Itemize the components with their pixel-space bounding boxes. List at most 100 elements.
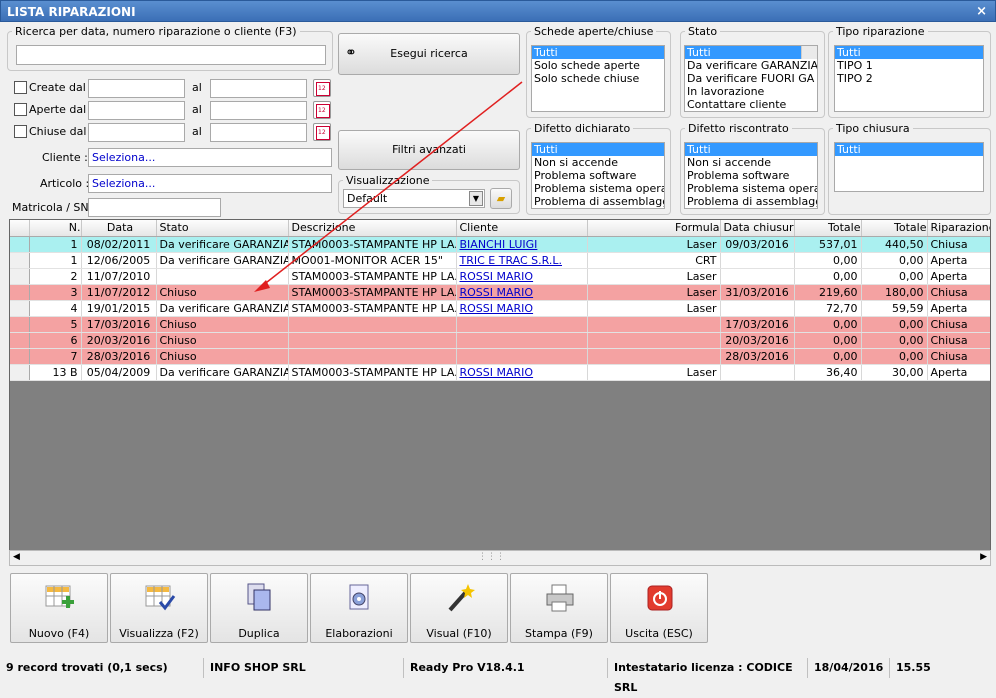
cell-desc[interactable]: STAM0003-STAMPANTE HP LA... xyxy=(288,364,457,381)
cell-data[interactable]: 11/07/2012 xyxy=(81,284,157,301)
table-row[interactable]: 2 11/07/2010 STAM0003-STAMPANTE HP LA... RO… xyxy=(10,268,990,285)
row-indicator[interactable] xyxy=(10,332,30,349)
cell-chiusura[interactable] xyxy=(720,300,795,317)
tipo-option[interactable]: TIPO 1 xyxy=(835,59,983,72)
cell-cliente[interactable] xyxy=(456,348,588,365)
cell-tot2[interactable]: 0,00 xyxy=(861,348,928,365)
stato-option[interactable]: In lavorazione xyxy=(685,85,817,98)
horizontal-scrollbar[interactable]: ◀ ⋮⋮⋮ ▶ xyxy=(9,550,991,566)
cell-tot1[interactable]: 0,00 xyxy=(794,316,862,333)
cell-n[interactable]: 6 xyxy=(29,332,82,349)
row-indicator[interactable] xyxy=(10,236,30,253)
cell-cliente[interactable]: ROSSI MARIO xyxy=(456,364,588,381)
row-indicator[interactable] xyxy=(10,364,30,381)
tipo-chiusura-listbox[interactable]: Tutti xyxy=(834,142,984,192)
cell-tot2[interactable]: 0,00 xyxy=(861,268,928,285)
schede-option[interactable]: Tutti xyxy=(532,46,664,59)
table-row[interactable]: 6 20/03/2016 Chiuso 20/03/2016 0,00 0,00 Chius… xyxy=(10,332,990,349)
cell-desc[interactable]: STAM0003-STAMPANTE HP LA... xyxy=(288,268,457,285)
cell-tot1[interactable]: 0,00 xyxy=(794,268,862,285)
cell-formula[interactable] xyxy=(587,332,721,349)
schede-option[interactable]: Solo schede chiuse xyxy=(532,72,664,85)
cell-n[interactable]: 1 xyxy=(29,236,82,253)
cell-rip[interactable]: Chiusa xyxy=(927,316,990,333)
column-header[interactable]: Cliente xyxy=(456,220,588,237)
cell-n[interactable]: 1 xyxy=(29,252,82,269)
tipo-option[interactable]: Tutti xyxy=(835,46,983,59)
cell-formula[interactable]: Laser xyxy=(587,236,721,253)
cell-formula[interactable]: Laser xyxy=(587,268,721,285)
cell-cliente[interactable]: ROSSI MARIO xyxy=(456,300,588,317)
stato-option[interactable]: Tutti xyxy=(685,46,801,59)
close-icon[interactable]: × xyxy=(976,1,987,23)
difetto-option[interactable]: Problema di assemblaggio xyxy=(532,195,664,208)
cell-rip[interactable]: Aperta xyxy=(927,300,990,317)
calendar-icon[interactable] xyxy=(313,123,331,141)
cell-n[interactable]: 13 B xyxy=(29,364,82,381)
cell-data[interactable]: 17/03/2016 xyxy=(81,316,157,333)
cell-tot1[interactable]: 0,00 xyxy=(794,252,862,269)
cell-desc[interactable]: STAM0003-STAMPANTE HP LA... xyxy=(288,300,457,317)
open-checkbox[interactable] xyxy=(14,103,27,116)
difetto-option[interactable]: Problema di assemblaggio xyxy=(685,195,817,208)
cell-stato[interactable]: Chiuso xyxy=(156,332,289,349)
row-indicator[interactable] xyxy=(10,316,30,333)
cell-stato[interactable]: Chiuso xyxy=(156,284,289,301)
cell-tot2[interactable]: 180,00 xyxy=(861,284,928,301)
cell-rip[interactable]: Chiusa xyxy=(927,236,990,253)
toolbar-button-duplica[interactable]: Duplica xyxy=(210,573,308,643)
open-from-input[interactable] xyxy=(88,101,185,120)
cell-rip[interactable]: Chiusa xyxy=(927,284,990,301)
cell-cliente[interactable]: ROSSI MARIO xyxy=(456,284,588,301)
schede-listbox[interactable]: Tutti Solo schede aperte Solo schede chi… xyxy=(531,45,665,112)
tipo-listbox[interactable]: Tutti TIPO 1 TIPO 2 xyxy=(834,45,984,112)
tipo-option[interactable]: TIPO 2 xyxy=(835,72,983,85)
cell-chiusura[interactable] xyxy=(720,252,795,269)
toolbar-button-visual[interactable]: Visual (F10) xyxy=(410,573,508,643)
repairs-grid[interactable]: N. Data Stato Descrizione Cliente Formul… xyxy=(9,219,991,566)
toolbar-button-stampa[interactable]: Stampa (F9) xyxy=(510,573,608,643)
difetto-option[interactable]: Tutti xyxy=(532,143,664,156)
scroll-grip-icon[interactable]: ⋮⋮⋮ xyxy=(478,552,505,562)
cell-formula[interactable] xyxy=(587,348,721,365)
column-header[interactable]: Stato xyxy=(156,220,289,237)
calendar-icon[interactable] xyxy=(313,79,331,97)
cell-cliente[interactable]: TRIC E TRAC S.R.L. xyxy=(456,252,588,269)
created-from-input[interactable] xyxy=(88,79,185,98)
cell-n[interactable]: 2 xyxy=(29,268,82,285)
toolbar-button-elaborazioni[interactable]: Elaborazioni xyxy=(310,573,408,643)
open-to-input[interactable] xyxy=(210,101,307,120)
closed-checkbox[interactable] xyxy=(14,125,27,138)
arrow-left-icon[interactable]: ◀ xyxy=(13,552,20,562)
stato-listbox[interactable]: Tutti Da verificare GARANZIA Da verifica… xyxy=(684,45,818,112)
stato-option[interactable]: Da verificare GARANZIA xyxy=(685,59,817,72)
cell-desc[interactable] xyxy=(288,348,457,365)
serial-input[interactable] xyxy=(88,198,221,217)
client-link[interactable]: BIANCHI LUIGI xyxy=(460,238,538,251)
client-link[interactable]: ROSSI MARIO xyxy=(460,366,534,379)
stato-option[interactable]: Da verificare FUORI GA xyxy=(685,72,817,85)
client-link[interactable]: ROSSI MARIO xyxy=(460,270,534,283)
closed-from-input[interactable] xyxy=(88,123,185,142)
row-indicator[interactable] xyxy=(10,348,30,365)
cell-formula[interactable]: Laser xyxy=(587,284,721,301)
cell-stato[interactable]: Da verificare GARANZIA xyxy=(156,236,289,253)
run-search-button[interactable]: ⚭ Esegui ricerca xyxy=(338,33,520,75)
cell-tot2[interactable]: 0,00 xyxy=(861,316,928,333)
cell-cliente[interactable]: ROSSI MARIO xyxy=(456,268,588,285)
cell-stato[interactable]: Da verificare GARANZIA xyxy=(156,300,289,317)
cell-desc[interactable]: STAM0003-STAMPANTE HP LA... xyxy=(288,284,457,301)
difetto-option[interactable]: Problema software xyxy=(685,169,817,182)
cell-data[interactable]: 19/01/2015 xyxy=(81,300,157,317)
cell-stato[interactable] xyxy=(156,268,289,285)
cell-chiusura[interactable] xyxy=(720,364,795,381)
advanced-filters-button[interactable]: Filtri avanzati xyxy=(338,130,520,170)
cell-tot1[interactable]: 0,00 xyxy=(794,348,862,365)
cell-formula[interactable] xyxy=(587,316,721,333)
cell-rip[interactable]: Aperta xyxy=(927,268,990,285)
cell-stato[interactable]: Da verificare GARANZIA xyxy=(156,364,289,381)
cell-stato[interactable]: Da verificare GARANZIA xyxy=(156,252,289,269)
cell-rip[interactable]: Aperta xyxy=(927,364,990,381)
tipo-chiusura-option[interactable]: Tutti xyxy=(835,143,983,156)
difetto-option[interactable]: Non si accende xyxy=(532,156,664,169)
